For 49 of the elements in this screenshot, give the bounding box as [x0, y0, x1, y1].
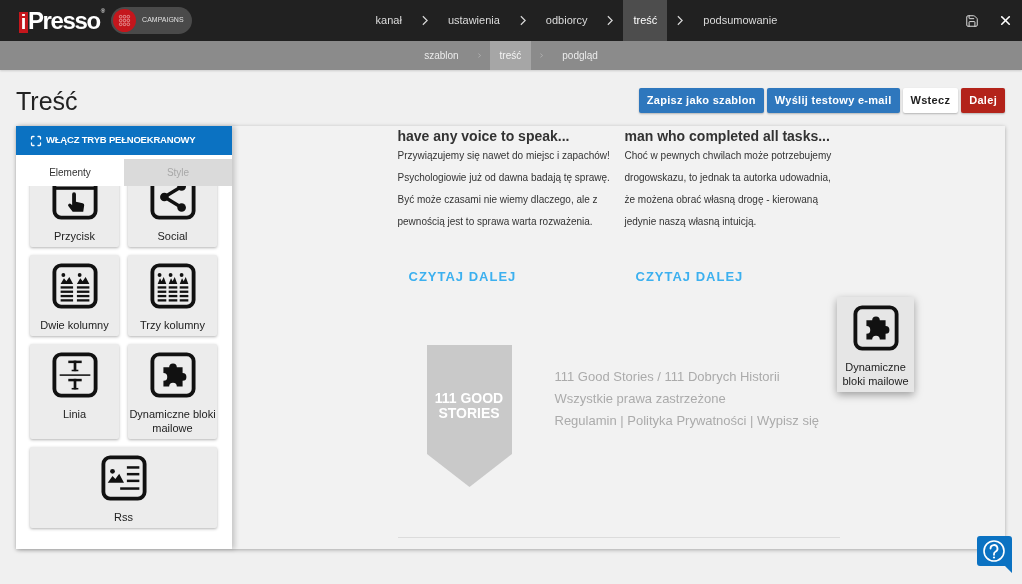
article-heading: have any voice to speak...	[397, 127, 571, 145]
step-tab[interactable]: ustawienia	[437, 0, 510, 41]
help-icon[interactable]	[977, 536, 1012, 573]
element-label: Social	[157, 229, 188, 243]
dragged-element-tile[interactable]: Dynamiczne bloki mailowe	[837, 297, 914, 392]
element-tile[interactable]: Rss	[30, 447, 217, 528]
step-tab[interactable]: kanał	[365, 0, 412, 41]
article-text: Choć w pewnych chwilach może potrzebujemy drogowskazu, to jednak ta autorka udowadnia, że możena obrać własną drogę - kierowaną jedynie naszą własną intuicją.	[624, 149, 833, 229]
three-columns-icon	[149, 263, 196, 309]
save-icon[interactable]	[965, 13, 979, 28]
chevron-icon	[677, 15, 684, 26]
element-label: Linia	[62, 407, 87, 421]
two-columns-icon	[51, 263, 98, 309]
element-label: Trzy kolumny	[140, 318, 205, 332]
element-tile[interactable]: Trzy kolumny	[128, 255, 217, 336]
element-label: Dynamiczne bloki mailowe	[841, 360, 910, 388]
action-button[interactable]: Wstecz	[902, 88, 959, 113]
step-tab[interactable]: treść	[623, 0, 668, 41]
chevron-icon	[607, 15, 614, 26]
close-icon[interactable]	[998, 13, 1013, 28]
hand-pointer-icon	[51, 186, 98, 220]
chevron-icon	[519, 15, 526, 26]
element-tile[interactable]: Linia	[30, 344, 119, 439]
element-label: Dynamiczne bloki mailowe	[128, 407, 217, 435]
footer-text: Wszystkie prawa zastrzeżone	[554, 390, 727, 408]
article-heading: man who completed all tasks...	[624, 127, 831, 145]
action-button[interactable]: Wyślij testowy e-mail	[766, 88, 900, 113]
element-label: Przycisk	[54, 229, 95, 243]
fullscreen-button[interactable]: WŁĄCZ TRYB PEŁNOEKRANOWY	[16, 126, 232, 155]
element-tile[interactable]: Dwie kolumny	[30, 255, 119, 336]
share-icon	[149, 186, 196, 220]
element-tile[interactable]: Przycisk	[30, 186, 119, 247]
puzzle-icon	[149, 352, 196, 398]
article-icon	[100, 455, 147, 501]
element-tile[interactable]: Dynamiczne bloki mailowe	[128, 344, 217, 439]
action-button[interactable]: Zapisz jako szablon	[638, 88, 764, 113]
article-text: Przywiązujemy się nawet do miejsc i zapachów! Psychologiowie już od dawna badają tę sprawę. Być może czasami nie wiemy dlaczego, ale z pewnością jest to sprawa warta rozważenia.	[397, 149, 611, 229]
page-title: Treść	[16, 86, 78, 115]
dots-grid-icon	[113, 9, 137, 32]
step-tab[interactable]: podsumowanie	[693, 0, 788, 41]
element-label: Rss	[114, 510, 133, 524]
fullscreen-icon	[30, 134, 42, 147]
puzzle-icon	[852, 305, 899, 351]
step-tab[interactable]: odbiorcy	[535, 0, 598, 41]
action-button[interactable]: Dalej	[961, 88, 1005, 113]
footer-text: 111 Good Stories / 111 Dobrych Historii	[554, 368, 781, 386]
element-tile[interactable]: Social	[128, 186, 217, 247]
element-label: Dwie kolumny	[40, 318, 109, 332]
chevron-icon	[421, 15, 428, 26]
